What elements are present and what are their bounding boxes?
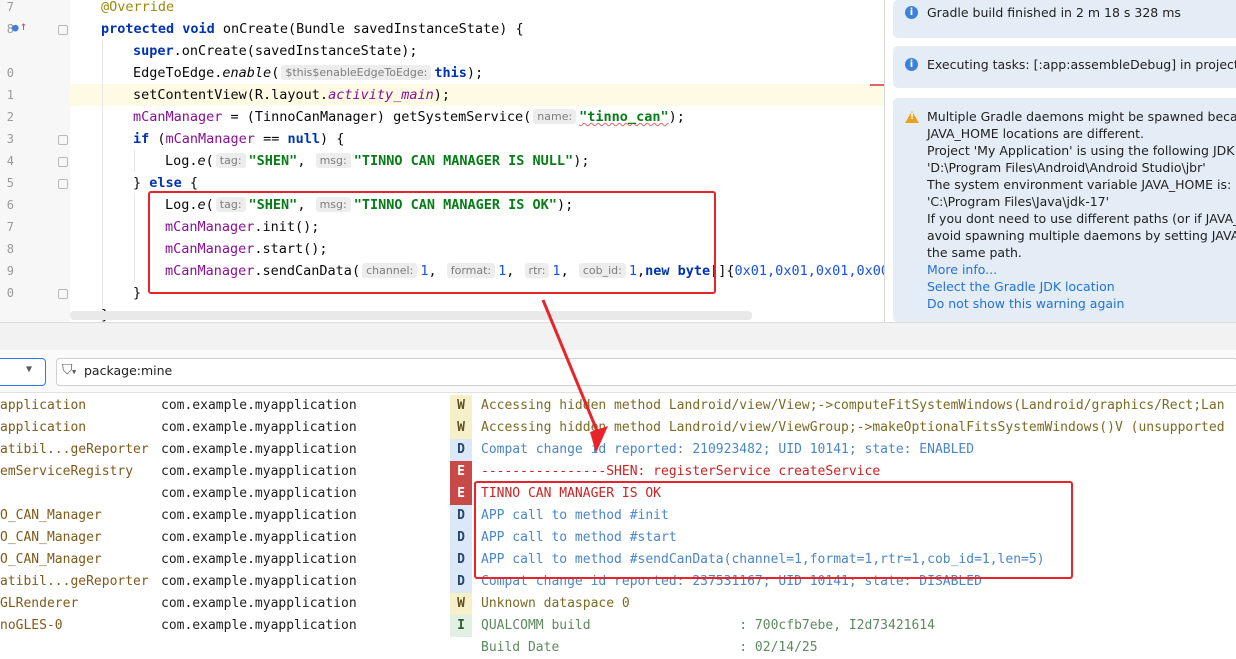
arrow-head-icon — [590, 426, 608, 453]
annotation-arrow — [541, 299, 608, 453]
arrow-shaft — [541, 299, 602, 439]
